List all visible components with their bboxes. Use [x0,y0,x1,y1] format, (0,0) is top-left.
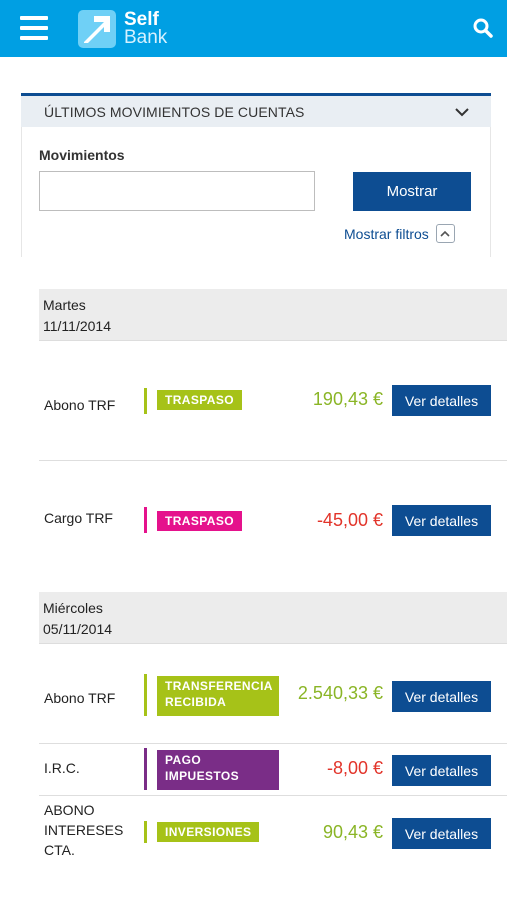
category-bar [144,507,147,533]
movement-row: Abono TRF TRASPASO 190,43 € Ver detalles [39,385,507,417]
movement-amount: 2.540,33 € [297,683,383,703]
brand-line2: Bank [124,27,168,48]
ver-detalles-button[interactable]: Ver detalles [392,505,491,536]
panel-title: ÚLTIMOS MOVIMIENTOS DE CUENTAS [44,103,305,120]
mostrar-filtros-toggle[interactable]: Mostrar filtros [344,224,455,243]
ver-detalles-button[interactable]: Ver detalles [392,385,491,416]
movement-amount: 90,43 € [322,822,383,842]
category-bar [144,821,147,843]
date: 05/11/2014 [43,621,113,637]
category-tag: TRASPASO [157,390,242,410]
hamburger-icon[interactable] [20,16,48,40]
movement-concept: Abono TRF [44,690,116,706]
movement-amount: -45,00 € [316,510,383,530]
category-tag: PAGO IMPUESTOS [157,750,279,790]
chevron-down-icon[interactable] [455,107,469,117]
movimientos-label: Movimientos [39,147,125,163]
date-header: Martes 11/11/2014 [39,289,507,341]
category-tag: TRASPASO [157,511,242,531]
date-header: Miércoles 05/11/2014 [39,592,507,644]
category-bar [144,388,147,414]
row-divider [39,795,507,796]
ver-detalles-button[interactable]: Ver detalles [392,755,491,786]
movement-amount: 190,43 € [312,389,383,409]
category-tag: TRANSFERENCIA RECIBIDA [157,676,279,716]
movement-concept: ABONO INTERESES CTA. [44,802,124,858]
ver-detalles-button[interactable]: Ver detalles [392,681,491,712]
row-divider [39,743,507,744]
movement-concept: Cargo TRF [44,510,113,526]
movement-amount: -8,00 € [326,758,383,778]
category-bar [144,674,147,716]
selfbank-logo[interactable]: Self Bank [78,10,167,48]
date: 11/11/2014 [43,318,111,334]
ver-detalles-button[interactable]: Ver detalles [392,818,491,849]
selfbank-arrow-logo [78,10,116,48]
brand-name: Self Bank [124,10,168,48]
movement-row: ABONO INTERESES CTA. INVERSIONES 90,43 €… [39,800,507,862]
weekday: Miércoles [43,600,103,616]
row-divider [39,460,507,461]
movement-row: I.R.C. PAGO IMPUESTOS -8,00 € Ver detall… [39,748,507,792]
mostrar-filtros-label: Mostrar filtros [344,225,429,242]
category-tag: INVERSIONES [157,822,260,842]
top-bar: Self Bank [0,0,507,57]
mostrar-button[interactable]: Mostrar [353,172,471,211]
chevron-up-icon[interactable] [435,224,455,243]
category-bar [144,748,147,790]
movement-concept: Abono TRF [44,397,116,413]
movement-row: Cargo TRF TRASPASO -45,00 € Ver detalles [39,505,507,537]
movement-concept: I.R.C. [44,760,80,776]
search-icon[interactable] [470,15,496,41]
movements-panel-header[interactable]: ÚLTIMOS MOVIMIENTOS DE CUENTAS [21,93,491,127]
movimientos-input[interactable] [39,171,315,211]
weekday: Martes [43,297,86,313]
movement-row: Abono TRF TRANSFERENCIA RECIBIDA 2.540,3… [39,672,507,718]
